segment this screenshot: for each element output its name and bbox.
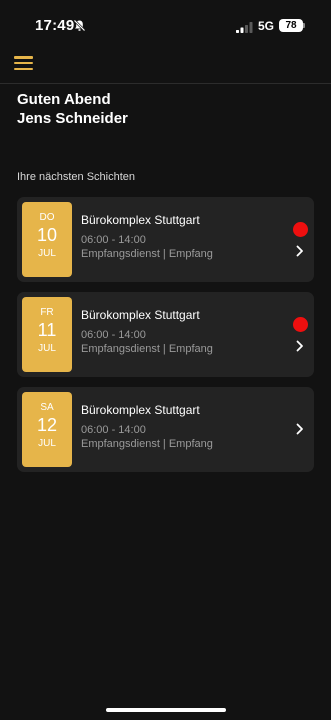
battery-icon: 78	[279, 19, 303, 32]
shift-day-of-week: SA	[40, 402, 54, 413]
shift-time: 06:00 - 14:00	[81, 329, 146, 341]
shift-month: JUL	[38, 438, 56, 449]
greeting-user-name: Jens Schneider	[17, 110, 128, 127]
shift-card[interactable]: DO 10 JUL Bürokomplex Stuttgart 06:00 - …	[17, 197, 314, 282]
shift-location: Bürokomplex Stuttgart	[81, 403, 200, 417]
greeting: Guten Abend Jens Schneider	[17, 90, 128, 128]
shift-time: 06:00 - 14:00	[81, 424, 146, 436]
status-bar: 17:49 5G 78	[0, 0, 331, 52]
shift-month: JUL	[38, 248, 56, 259]
upcoming-shifts-title: Ihre nächsten Schichten	[17, 171, 136, 183]
shift-day-of-week: FR	[40, 307, 54, 318]
shift-details: Bürokomplex Stuttgart 06:00 - 14:00 Empf…	[81, 213, 213, 260]
chevron-right-icon[interactable]	[296, 245, 304, 257]
shift-details: Bürokomplex Stuttgart 06:00 - 14:00 Empf…	[81, 308, 213, 355]
home-indicator[interactable]	[106, 708, 226, 712]
shift-card[interactable]: FR 11 JUL Bürokomplex Stuttgart 06:00 - …	[17, 292, 314, 377]
shift-role: Empfangsdienst | Empfang	[81, 438, 213, 450]
notification-dot	[293, 317, 308, 332]
notification-dot	[293, 222, 308, 237]
shift-day: 12	[36, 415, 58, 435]
signal-strength-icon	[236, 22, 253, 33]
shift-location: Bürokomplex Stuttgart	[81, 213, 200, 227]
shift-role: Empfangsdienst | Empfang	[81, 343, 213, 355]
shift-card[interactable]: SA 12 JUL Bürokomplex Stuttgart 06:00 - …	[17, 387, 314, 472]
network-type: 5G	[258, 19, 275, 33]
header-divider	[0, 83, 331, 84]
shift-date-badge: SA 12 JUL	[22, 392, 72, 467]
chevron-right-icon[interactable]	[296, 423, 304, 435]
battery-level: 78	[285, 20, 297, 31]
shift-role: Empfangsdienst | Empfang	[81, 248, 213, 260]
shift-list: DO 10 JUL Bürokomplex Stuttgart 06:00 - …	[17, 197, 314, 482]
battery-cap	[303, 23, 305, 28]
status-time: 17:49	[35, 17, 75, 34]
shift-details: Bürokomplex Stuttgart 06:00 - 14:00 Empf…	[81, 403, 213, 450]
shift-date-badge: FR 11 JUL	[22, 297, 72, 372]
shift-day: 11	[37, 320, 57, 340]
shift-day-of-week: DO	[39, 212, 55, 223]
hamburger-menu-icon[interactable]	[14, 56, 33, 70]
chevron-right-icon[interactable]	[296, 340, 304, 352]
shift-date-badge: DO 10 JUL	[22, 202, 72, 277]
greeting-salutation: Guten Abend	[17, 91, 111, 108]
shift-day: 10	[36, 225, 58, 245]
muted-bell-icon	[73, 19, 86, 32]
shift-time: 06:00 - 14:00	[81, 234, 146, 246]
shift-month: JUL	[38, 343, 56, 354]
app-screen: 17:49 5G 78 Guten Abend Jens Schneider I…	[0, 0, 331, 720]
shift-location: Bürokomplex Stuttgart	[81, 308, 200, 322]
